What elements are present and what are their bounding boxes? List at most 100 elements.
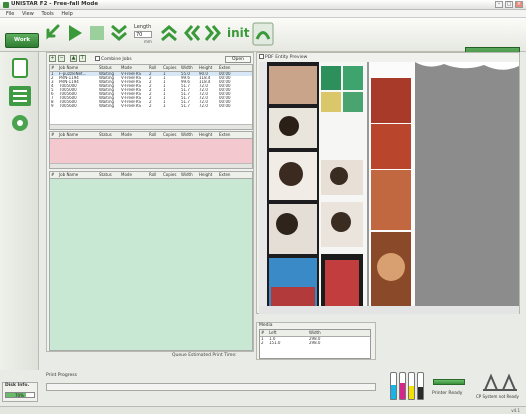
add-job-icon[interactable]: + xyxy=(49,55,56,62)
maximize-button[interactable]: □ xyxy=(505,1,513,8)
move-top-icon[interactable]: T xyxy=(79,55,86,62)
settings-gear-icon[interactable] xyxy=(8,112,32,134)
table-cell: T005600 xyxy=(59,103,77,108)
combine-jobs-label: Combine Jobs xyxy=(101,57,132,62)
table-cell: 51.7 xyxy=(181,103,190,108)
version-label: v4.1 xyxy=(511,408,520,413)
pdf-preview-label: PDF Entity Preview xyxy=(265,55,308,60)
fast-forward-icon[interactable] xyxy=(204,23,222,43)
table-cell: 9 xyxy=(51,103,54,108)
print-progress-bar xyxy=(46,383,376,391)
preview-canvas[interactable] xyxy=(259,62,519,314)
disk-usage-percent: 70% xyxy=(15,393,24,398)
estimated-print-time: Queue Estimated Print Time: xyxy=(172,353,237,358)
length-control: Length 70 mm xyxy=(132,24,158,46)
disk-info-title: Disk Info. xyxy=(5,383,30,388)
done-col-8[interactable]: Exten xyxy=(218,172,252,179)
length-unit: mm xyxy=(144,39,152,44)
disk-info: Disk Info. 70% xyxy=(2,382,38,402)
done-col-5[interactable]: Copies xyxy=(162,172,180,179)
menu-bar: File View Tools Help xyxy=(0,10,526,18)
work-button[interactable]: Work xyxy=(5,33,39,48)
completed-table: # Job Name Status Mode Roll Copies Width Height… xyxy=(49,171,253,351)
media-cell: 151.0 xyxy=(269,340,281,345)
ink-black xyxy=(417,372,424,400)
stop-icon[interactable] xyxy=(88,23,106,43)
open-button[interactable]: Open xyxy=(225,56,251,63)
error-col-6[interactable]: Width xyxy=(180,132,198,139)
error-col-4[interactable]: Roll xyxy=(148,132,162,139)
printer-ready-indicator: Printer Ready xyxy=(430,377,470,405)
system-ready-indicator: CP System not Ready xyxy=(476,370,526,406)
menu-tools[interactable]: Tools xyxy=(41,11,53,17)
toolbar: Work Length 70 mm init xyxy=(0,18,526,66)
ink-yellow xyxy=(408,372,415,400)
remove-job-icon[interactable]: − xyxy=(58,55,65,62)
title-bar: UNISTAR F2 - Free-fall Mode – □ × xyxy=(0,0,526,10)
done-col-6[interactable]: Width xyxy=(180,172,198,179)
media-cell: 298.0 xyxy=(309,340,321,345)
rewind-icon[interactable] xyxy=(183,23,201,43)
error-col-0[interactable]: # xyxy=(50,132,58,139)
app-window: UNISTAR F2 - Free-fall Mode – □ × File V… xyxy=(0,0,526,414)
left-nav xyxy=(0,52,39,370)
media-row[interactable]: 2 151.0 298.0 xyxy=(260,341,370,345)
cut-icon[interactable] xyxy=(252,22,274,46)
error-col-2[interactable]: Status xyxy=(98,132,120,139)
ink-magenta xyxy=(399,372,406,400)
error-table: # Job Name Status Mode Roll Copies Width Height… xyxy=(49,131,253,169)
table-cell: 1 xyxy=(163,103,166,108)
table-cell: 00:00 xyxy=(219,103,231,108)
done-col-2[interactable]: Status xyxy=(98,172,120,179)
double-chevron-down-icon[interactable] xyxy=(110,23,128,43)
error-scrollbar[interactable] xyxy=(50,163,252,168)
init-button[interactable]: init xyxy=(227,26,250,40)
menu-help[interactable]: Help xyxy=(61,11,72,17)
done-col-7[interactable]: Height xyxy=(198,172,218,179)
status-bar: v4.1 xyxy=(0,406,526,414)
pdf-preview-checkbox[interactable]: PDF Entity Preview xyxy=(259,54,307,60)
done-col-1[interactable]: Job Name xyxy=(58,172,98,179)
print-progress: Print Progress xyxy=(46,370,378,394)
system-ready-label: CP System not Ready xyxy=(476,394,519,399)
close-button[interactable]: × xyxy=(515,1,523,8)
error-col-3[interactable]: Mode xyxy=(120,132,148,139)
length-input[interactable]: 70 xyxy=(134,31,152,38)
document-icon[interactable] xyxy=(8,57,32,79)
list-icon[interactable] xyxy=(8,85,32,107)
table-cell: 72.0 xyxy=(199,103,208,108)
error-col-8[interactable]: Exten xyxy=(218,132,252,139)
error-col-5[interactable]: Copies xyxy=(162,132,180,139)
media-panel: Media # Left Width 1 1.0 298.0 2 151.0 2… xyxy=(256,322,376,360)
print-preview-panel: PDF Entity Preview xyxy=(256,52,520,314)
error-col-1[interactable]: Job Name xyxy=(58,132,98,139)
media-cell: 2 xyxy=(261,340,264,345)
table-row[interactable]: 9 T005600 Waiting V-FreeFRS 2 1 51.7 72.0 00:00 xyxy=(50,104,252,108)
minimize-button[interactable]: – xyxy=(495,1,503,8)
queue-scrollbar[interactable] xyxy=(50,124,252,129)
media-title: Media xyxy=(259,323,273,328)
table-cell: V-FreeFRS xyxy=(121,103,142,108)
job-list-panel: + − ▲ T Combine Jobs Open # Job Name Statu… xyxy=(46,52,254,352)
printer-ready-bar xyxy=(433,379,465,385)
done-col-3[interactable]: Mode xyxy=(120,172,148,179)
done-col-0[interactable]: # xyxy=(50,172,58,179)
move-up-icon[interactable]: ▲ xyxy=(70,55,77,62)
printer-ready-label: Printer Ready xyxy=(432,391,463,396)
preview-image xyxy=(259,62,519,314)
double-chevron-up-icon[interactable] xyxy=(160,23,178,43)
window-title: UNISTAR F2 - Free-fall Mode xyxy=(11,1,99,7)
combine-jobs-checkbox[interactable]: Combine Jobs xyxy=(95,56,132,62)
arrow-down-left-icon[interactable] xyxy=(42,23,62,43)
done-col-4[interactable]: Roll xyxy=(148,172,162,179)
menu-file[interactable]: File xyxy=(6,11,14,17)
menu-view[interactable]: View xyxy=(22,11,34,17)
job-toolbar: + − ▲ T Combine Jobs Open xyxy=(49,55,253,63)
media-table: # Left Width 1 1.0 298.0 2 151.0 298.0 xyxy=(259,329,371,359)
printer-icon xyxy=(483,373,517,391)
queue-table: # Job Name Status Mode Roll Copies Width Height… xyxy=(49,64,253,130)
error-col-7[interactable]: Height xyxy=(198,132,218,139)
table-cell: 2 xyxy=(149,103,152,108)
play-icon[interactable] xyxy=(66,23,84,43)
table-cell: Waiting xyxy=(99,103,115,108)
